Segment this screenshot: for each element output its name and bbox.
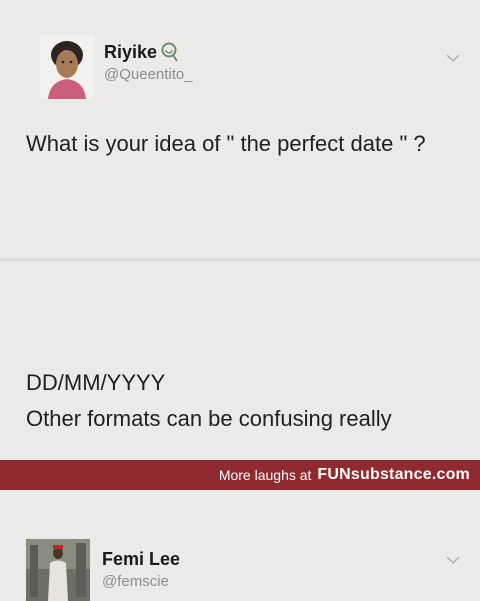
display-name[interactable]: Riyike <box>104 42 157 63</box>
display-name[interactable]: Femi Lee <box>102 549 180 570</box>
watermark-bar: More laughs at FUNsubstance.com <box>0 460 480 490</box>
watermark-brand: FUNsubstance.com <box>317 466 470 483</box>
avatar-image <box>40 35 94 99</box>
tweet-text: What is your idea of " the perfect date … <box>26 131 426 156</box>
avatar[interactable] <box>26 539 90 601</box>
watermark-text: More laughs at <box>218 467 312 483</box>
divider <box>0 258 480 261</box>
avatar[interactable] <box>40 35 94 99</box>
lollipop-icon <box>161 42 178 62</box>
chevron-down-icon[interactable] <box>444 52 462 64</box>
chevron-down-icon[interactable] <box>444 554 462 566</box>
tweet-text-line: Other formats can be confusing really <box>26 406 392 431</box>
username-handle[interactable]: @Queentito_ <box>104 66 193 83</box>
tweet-text-line: DD/MM/YYYY <box>26 370 166 395</box>
username-handle[interactable]: @femscie <box>102 573 169 590</box>
avatar-image <box>26 539 90 601</box>
tweet-card[interactable]: Riyike @Queentito_ What is your idea of … <box>0 0 480 258</box>
